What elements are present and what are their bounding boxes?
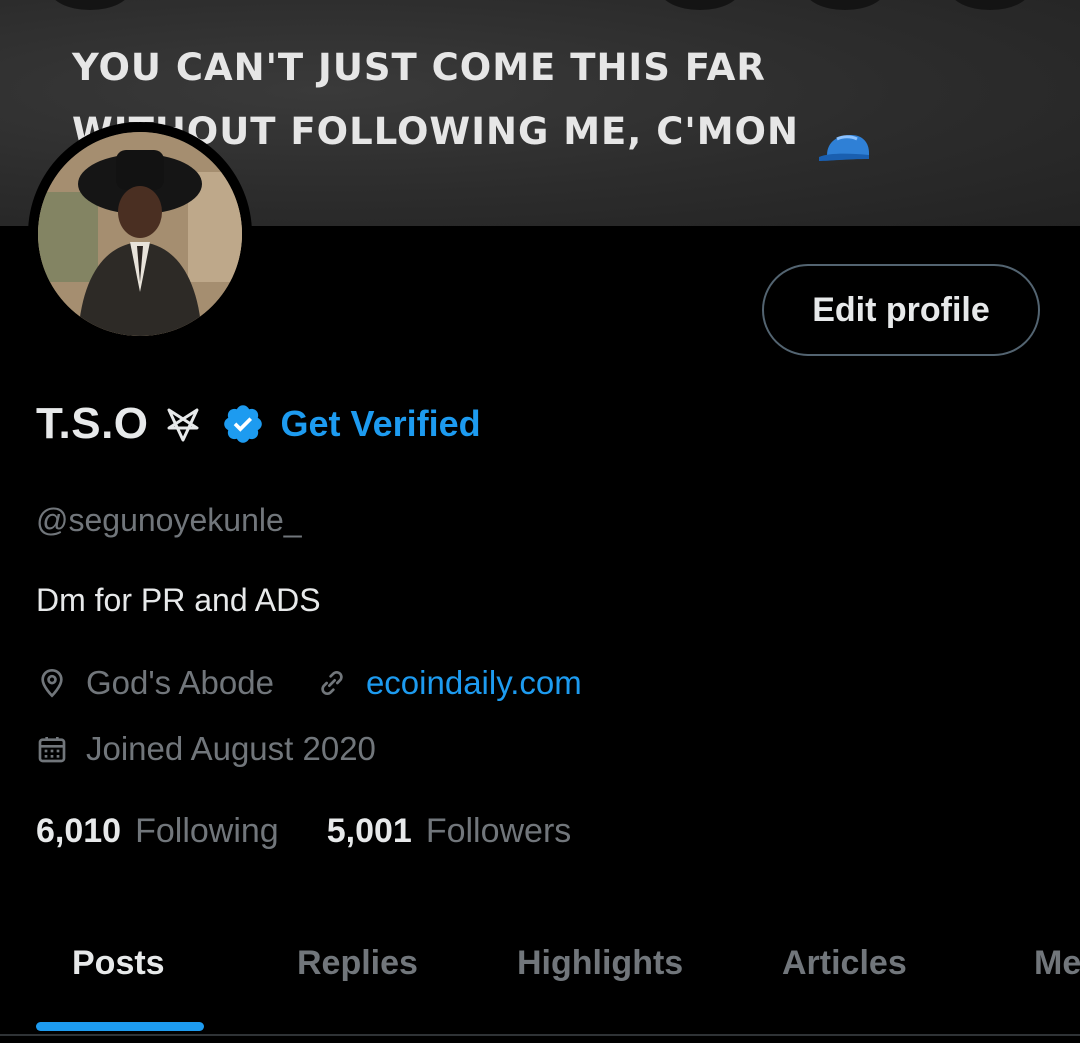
link-icon xyxy=(316,667,348,699)
banner-shape xyxy=(805,0,885,10)
following-count: 6,010 xyxy=(36,812,122,850)
display-name: T.S.O xyxy=(36,399,149,448)
banner-shape xyxy=(50,0,130,10)
following-label: Following xyxy=(135,812,279,850)
calendar-icon xyxy=(36,733,68,765)
name-row: T.S.O Get Verified xyxy=(36,394,481,454)
avatar[interactable] xyxy=(38,132,242,336)
blue-cap-icon xyxy=(817,119,875,161)
following-link[interactable]: 6,010 Following xyxy=(36,812,279,851)
profile-bio: Dm for PR and ADS xyxy=(36,582,321,618)
followers-link[interactable]: 5,001 Followers xyxy=(327,812,572,851)
profile-joined-date: Joined August 2020 xyxy=(86,730,376,767)
follow-counts: 6,010 Following 5,001 Followers xyxy=(36,812,571,851)
profile-location: God's Abode xyxy=(86,664,274,701)
banner-shape xyxy=(950,0,1030,10)
profile-tabs: Posts Replies Highlights Articles Media xyxy=(0,930,1080,1034)
tab-posts[interactable]: Posts xyxy=(72,944,165,983)
profile-meta-location-website: God's Abode ecoindaily.com xyxy=(36,664,582,702)
followers-label: Followers xyxy=(425,812,572,850)
active-tab-indicator xyxy=(36,1022,204,1031)
banner-line-1: YOU CAN'T JUST COME THIS FAR xyxy=(72,46,766,89)
banner-shape xyxy=(660,0,740,10)
profile-website-link[interactable]: ecoindaily.com xyxy=(366,664,582,702)
tab-media[interactable]: Media xyxy=(1034,944,1080,983)
edit-profile-button[interactable]: Edit profile xyxy=(762,264,1040,356)
tabs-divider xyxy=(0,1034,1080,1036)
profile-meta-joined: Joined August 2020 xyxy=(36,730,376,768)
tab-articles[interactable]: Articles xyxy=(782,944,907,983)
followers-count: 5,001 xyxy=(326,812,412,850)
profile-page: YOU CAN'T JUST COME THIS FAR WITHOUT FOL… xyxy=(0,0,1080,1043)
verified-badge-icon[interactable] xyxy=(221,402,265,446)
profile-handle: @segunoyekunle_ xyxy=(36,502,302,538)
get-verified-link[interactable]: Get Verified xyxy=(281,403,481,445)
pentagram-icon xyxy=(161,402,205,446)
location-pin-icon xyxy=(36,667,68,699)
tab-replies[interactable]: Replies xyxy=(297,944,418,983)
tab-highlights[interactable]: Highlights xyxy=(517,944,683,983)
